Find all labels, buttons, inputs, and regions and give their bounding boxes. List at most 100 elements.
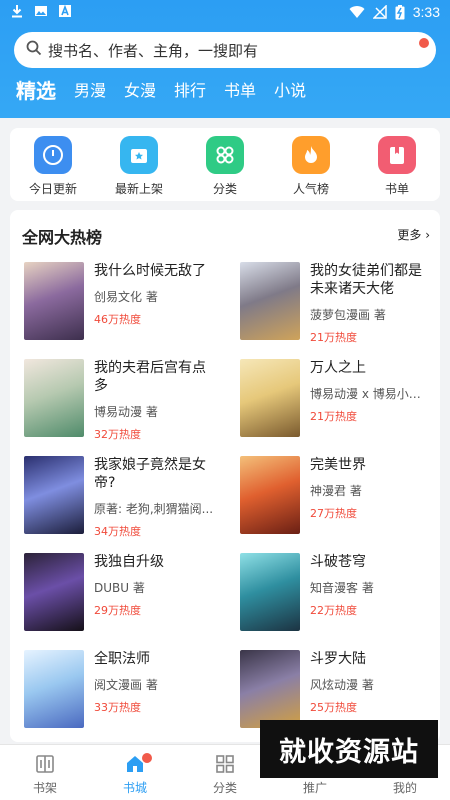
comic-author: 阅文漫画 著 (94, 678, 158, 692)
comic-heat: 25万热度 (310, 701, 357, 714)
comic-heat: 32万热度 (94, 428, 141, 441)
notification-dot (142, 753, 152, 763)
section-title: 全网大热榜 (22, 228, 103, 247)
category-icon (206, 136, 244, 174)
comic-author: 知音漫客 著 (310, 581, 374, 595)
comic-item[interactable]: 我独自升级 DUBU 著 29万热度 (24, 553, 224, 633)
category-tabs: 精选 男漫 女漫 排行 书单 小说 (16, 80, 306, 102)
tab-booklist[interactable]: 书单 (224, 80, 256, 102)
header: 3:33 搜书名、作者、主角，一搜即有 精选 男漫 女漫 排行 书单 小说 (0, 0, 450, 118)
comic-title: 我什么时候无敌了 (94, 263, 206, 279)
nav-bookshelf[interactable]: 书架 (0, 745, 90, 800)
nav-category[interactable]: 分类 (180, 745, 270, 800)
comic-title: 万人之上 (310, 360, 366, 376)
comic-item[interactable]: 我的夫君后宫有点多 博易动漫 著 32万热度 (24, 359, 224, 441)
comic-heat: 22万热度 (310, 604, 357, 617)
comic-heat: 33万热度 (94, 701, 141, 714)
quick-label: 最新上架 (114, 182, 163, 196)
comic-cover (240, 456, 300, 534)
comic-cover (240, 650, 300, 728)
tab-female-comics[interactable]: 女漫 (124, 80, 156, 102)
comic-title: 我的女徒弟们都是未来诸天大佬 (310, 263, 422, 297)
comic-item[interactable]: 我的女徒弟们都是未来诸天大佬 菠萝包漫画 著 21万热度 (240, 262, 440, 344)
watermark-overlay: 就收资源站 (260, 720, 438, 778)
comic-heat: 29万热度 (94, 604, 141, 617)
comic-title: 斗罗大陆 (310, 651, 366, 667)
quick-label: 分类 (212, 182, 237, 196)
no-signal-icon (372, 5, 387, 19)
comic-item[interactable]: 全职法师 阅文漫画 著 33万热度 (24, 650, 224, 730)
comic-author: 博易动漫 著 (94, 405, 158, 419)
image-icon (34, 4, 48, 18)
comic-title: 斗破苍穹 (310, 554, 366, 570)
comic-author: DUBU 著 (94, 581, 145, 595)
quick-entry-panel: 今日更新 最新上架 分类 人气榜 书单 (10, 128, 440, 201)
comic-item[interactable]: 我什么时候无敌了 创易文化 著 46万热度 (24, 262, 224, 342)
comic-title: 全职法师 (94, 651, 150, 667)
quick-label: 今日更新 (28, 182, 77, 196)
nav-label: 书架 (32, 781, 57, 795)
status-bar: 3:33 (0, 0, 450, 26)
comic-item[interactable]: 完美世界 神漫君 著 27万热度 (240, 456, 440, 536)
comic-title: 我的夫君后宫有点多 (94, 360, 206, 394)
comic-item[interactable]: 我家娘子竟然是女帝? 原著: 老狗,刺猬猫阅... 34万热度 (24, 456, 224, 538)
download-icon (10, 4, 24, 18)
nav-label: 书城 (122, 781, 147, 795)
comic-cover (24, 262, 84, 340)
search-bar[interactable]: 搜书名、作者、主角，一搜即有 (14, 32, 436, 68)
comic-author: 神漫君 著 (310, 484, 362, 498)
comic-cover (24, 456, 84, 534)
comic-heat: 34万热度 (94, 525, 141, 538)
search-placeholder: 搜书名、作者、主角，一搜即有 (48, 41, 259, 60)
quick-popular[interactable]: 人气榜 (271, 136, 351, 201)
comic-cover (24, 650, 84, 728)
nav-label: 分类 (212, 781, 237, 795)
chevron-right-icon: › (421, 228, 430, 242)
hot-ranking-section: 全网大热榜 更多 › 我什么时候无敌了 创易文化 著 46万热度 我的女徒弟们都… (10, 210, 440, 742)
comic-cover (240, 553, 300, 631)
comic-author: 原著: 老狗,刺猬猫阅... (94, 502, 214, 516)
comic-item[interactable]: 斗罗大陆 风炫动漫 著 25万热度 (240, 650, 440, 730)
comic-item[interactable]: 斗破苍穹 知音漫客 著 22万热度 (240, 553, 440, 633)
flame-icon (292, 136, 330, 174)
quick-booklist[interactable]: 书单 (357, 136, 437, 201)
bookmark-icon (378, 136, 416, 174)
more-link[interactable]: 更多 › (397, 226, 430, 243)
comic-cover (240, 359, 300, 437)
tab-male-comics[interactable]: 男漫 (74, 80, 106, 102)
comic-author: 菠萝包漫画 著 (310, 308, 386, 322)
battery-icon (395, 4, 405, 20)
comic-cover (24, 553, 84, 631)
font-app-icon (58, 4, 72, 18)
tab-featured[interactable]: 精选 (16, 80, 56, 102)
comic-author: 创易文化 著 (94, 290, 158, 304)
comic-item[interactable]: 万人之上 博易动漫 x 博易小助... 21万热度 (240, 359, 440, 439)
bookshelf-icon (34, 753, 56, 775)
tab-ranking[interactable]: 排行 (174, 80, 206, 102)
nav-label: 推广 (302, 781, 327, 795)
quick-label: 人气榜 (292, 182, 329, 196)
comic-cover (240, 262, 300, 340)
nav-bookstore[interactable]: 书城 (90, 745, 180, 800)
comic-title: 我家娘子竟然是女帝? (94, 457, 206, 491)
comic-title: 我独自升级 (94, 554, 164, 570)
comic-cover (24, 359, 84, 437)
tab-novels[interactable]: 小说 (274, 80, 306, 102)
wifi-icon (349, 5, 365, 19)
clock-icon (34, 136, 72, 174)
clock-time: 3:33 (412, 4, 440, 20)
comic-heat: 21万热度 (310, 410, 357, 423)
search-icon (26, 40, 42, 60)
new-shelf-icon (120, 136, 158, 174)
comic-heat: 21万热度 (310, 331, 357, 344)
comic-heat: 27万热度 (310, 507, 357, 520)
comic-author: 博易动漫 x 博易小助... (310, 387, 430, 401)
quick-new-release[interactable]: 最新上架 (99, 136, 179, 201)
comic-title: 完美世界 (310, 457, 366, 473)
quick-category[interactable]: 分类 (185, 136, 265, 201)
quick-today-update[interactable]: 今日更新 (13, 136, 93, 201)
quick-label: 书单 (384, 182, 409, 196)
comic-heat: 46万热度 (94, 313, 141, 326)
more-label: 更多 (397, 228, 422, 242)
notification-dot (419, 38, 429, 48)
